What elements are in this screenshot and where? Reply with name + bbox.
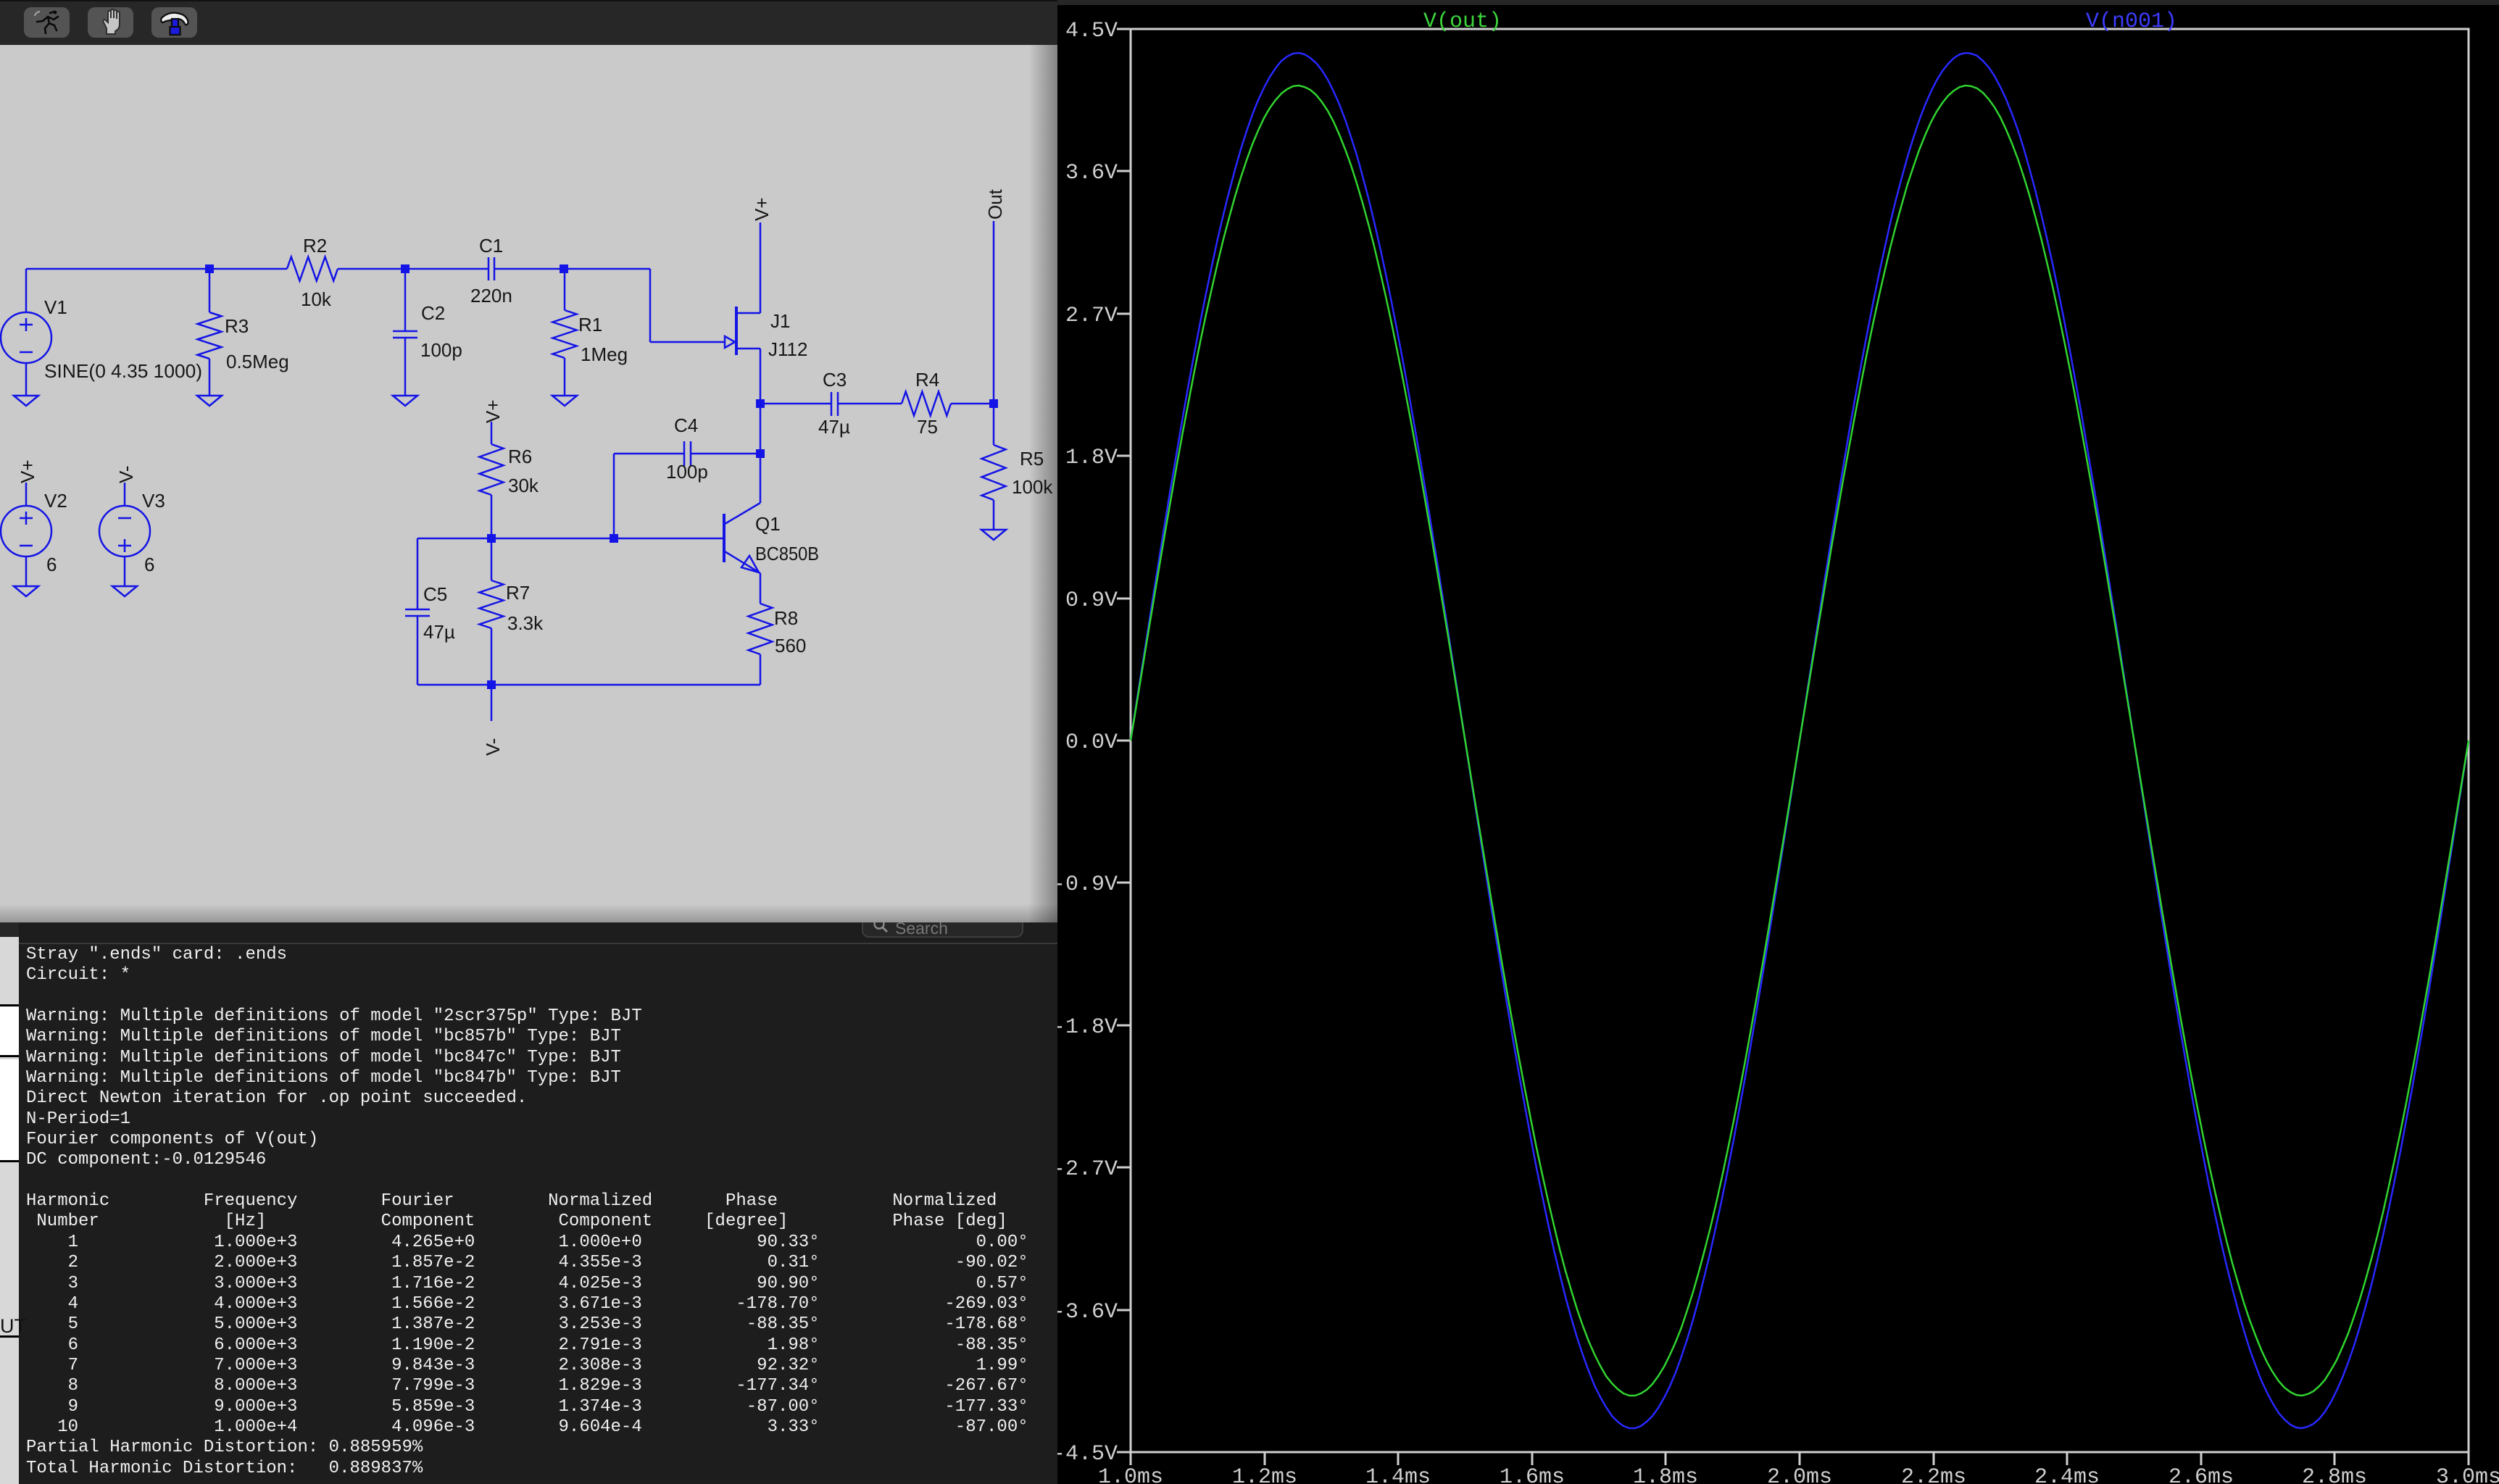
svg-text:560: 560 (775, 635, 806, 656)
svg-text:220n: 220n (470, 285, 512, 307)
svg-text:2.2ms: 2.2ms (1901, 1465, 1966, 1484)
svg-text:C5: C5 (423, 583, 447, 605)
svg-text:-0.9V: -0.9V (1057, 872, 1118, 897)
svg-text:R4: R4 (915, 369, 939, 391)
svg-text:-2.7V: -2.7V (1057, 1157, 1118, 1182)
svg-text:R2: R2 (303, 235, 327, 257)
svg-text:0.0V: 0.0V (1065, 730, 1118, 755)
svg-text:C3: C3 (823, 369, 847, 391)
svg-text:C2: C2 (421, 302, 445, 324)
svg-text:R7: R7 (506, 582, 530, 604)
svg-text:V-: V- (482, 738, 504, 756)
svg-text:J1: J1 (770, 310, 790, 332)
svg-text:V+: V+ (17, 459, 38, 483)
svg-text:1.2ms: 1.2ms (1232, 1465, 1297, 1484)
svg-text:100p: 100p (420, 339, 462, 361)
svg-text:3.6V: 3.6V (1065, 161, 1118, 186)
svg-text:R6: R6 (508, 446, 532, 467)
svg-text:-3.6V: -3.6V (1057, 1300, 1118, 1325)
svg-text:2.0ms: 2.0ms (1767, 1465, 1832, 1484)
svg-text:SINE(0 4.35 1000): SINE(0 4.35 1000) (44, 360, 202, 382)
svg-text:1.6ms: 1.6ms (1500, 1465, 1565, 1484)
svg-text:Out: Out (984, 188, 1006, 220)
svg-text:1Meg: 1Meg (581, 343, 628, 365)
svg-text:V+: V+ (482, 399, 504, 423)
svg-text:V(n001): V(n001) (2086, 9, 2177, 34)
svg-text:V+: V+ (751, 197, 773, 221)
svg-text:6: 6 (46, 554, 57, 575)
svg-text:2.6ms: 2.6ms (2169, 1465, 2234, 1484)
svg-text:C4: C4 (674, 414, 698, 436)
svg-text:3.0ms: 3.0ms (2436, 1465, 2499, 1484)
svg-text:V1: V1 (44, 296, 67, 318)
svg-text:C1: C1 (479, 235, 503, 257)
svg-text:Q1: Q1 (755, 513, 781, 535)
svg-text:10k: 10k (301, 288, 332, 310)
svg-text:V-: V- (115, 465, 137, 483)
svg-text:0.9V: 0.9V (1065, 588, 1118, 613)
svg-text:1.0ms: 1.0ms (1098, 1465, 1163, 1484)
svg-text:J112: J112 (768, 338, 807, 360)
svg-text:100p: 100p (666, 461, 708, 483)
svg-text:2.4ms: 2.4ms (2034, 1465, 2100, 1484)
svg-text:47µ: 47µ (423, 621, 455, 643)
svg-text:0.5Meg: 0.5Meg (226, 351, 289, 372)
svg-text:V(out): V(out) (1423, 9, 1502, 34)
svg-text:R1: R1 (578, 314, 602, 335)
svg-text:75: 75 (917, 416, 938, 438)
svg-text:2.7V: 2.7V (1065, 304, 1118, 328)
svg-text:4.5V: 4.5V (1065, 19, 1118, 43)
svg-text:30k: 30k (508, 475, 539, 496)
svg-text:3.3k: 3.3k (507, 612, 544, 634)
svg-text:-4.5V: -4.5V (1057, 1442, 1118, 1467)
svg-text:-1.8V: -1.8V (1057, 1015, 1118, 1040)
svg-text:R3: R3 (225, 315, 249, 337)
svg-text:1.8V: 1.8V (1065, 446, 1118, 470)
svg-text:47µ: 47µ (818, 416, 850, 438)
svg-text:1.4ms: 1.4ms (1365, 1465, 1431, 1484)
svg-text:1.8ms: 1.8ms (1633, 1465, 1698, 1484)
svg-text:R8: R8 (774, 607, 798, 629)
svg-text:V2: V2 (44, 490, 67, 512)
svg-text:2.8ms: 2.8ms (2302, 1465, 2367, 1484)
svg-text:6: 6 (144, 554, 154, 575)
svg-text:V3: V3 (142, 490, 165, 512)
svg-text:BC850B: BC850B (755, 543, 819, 564)
